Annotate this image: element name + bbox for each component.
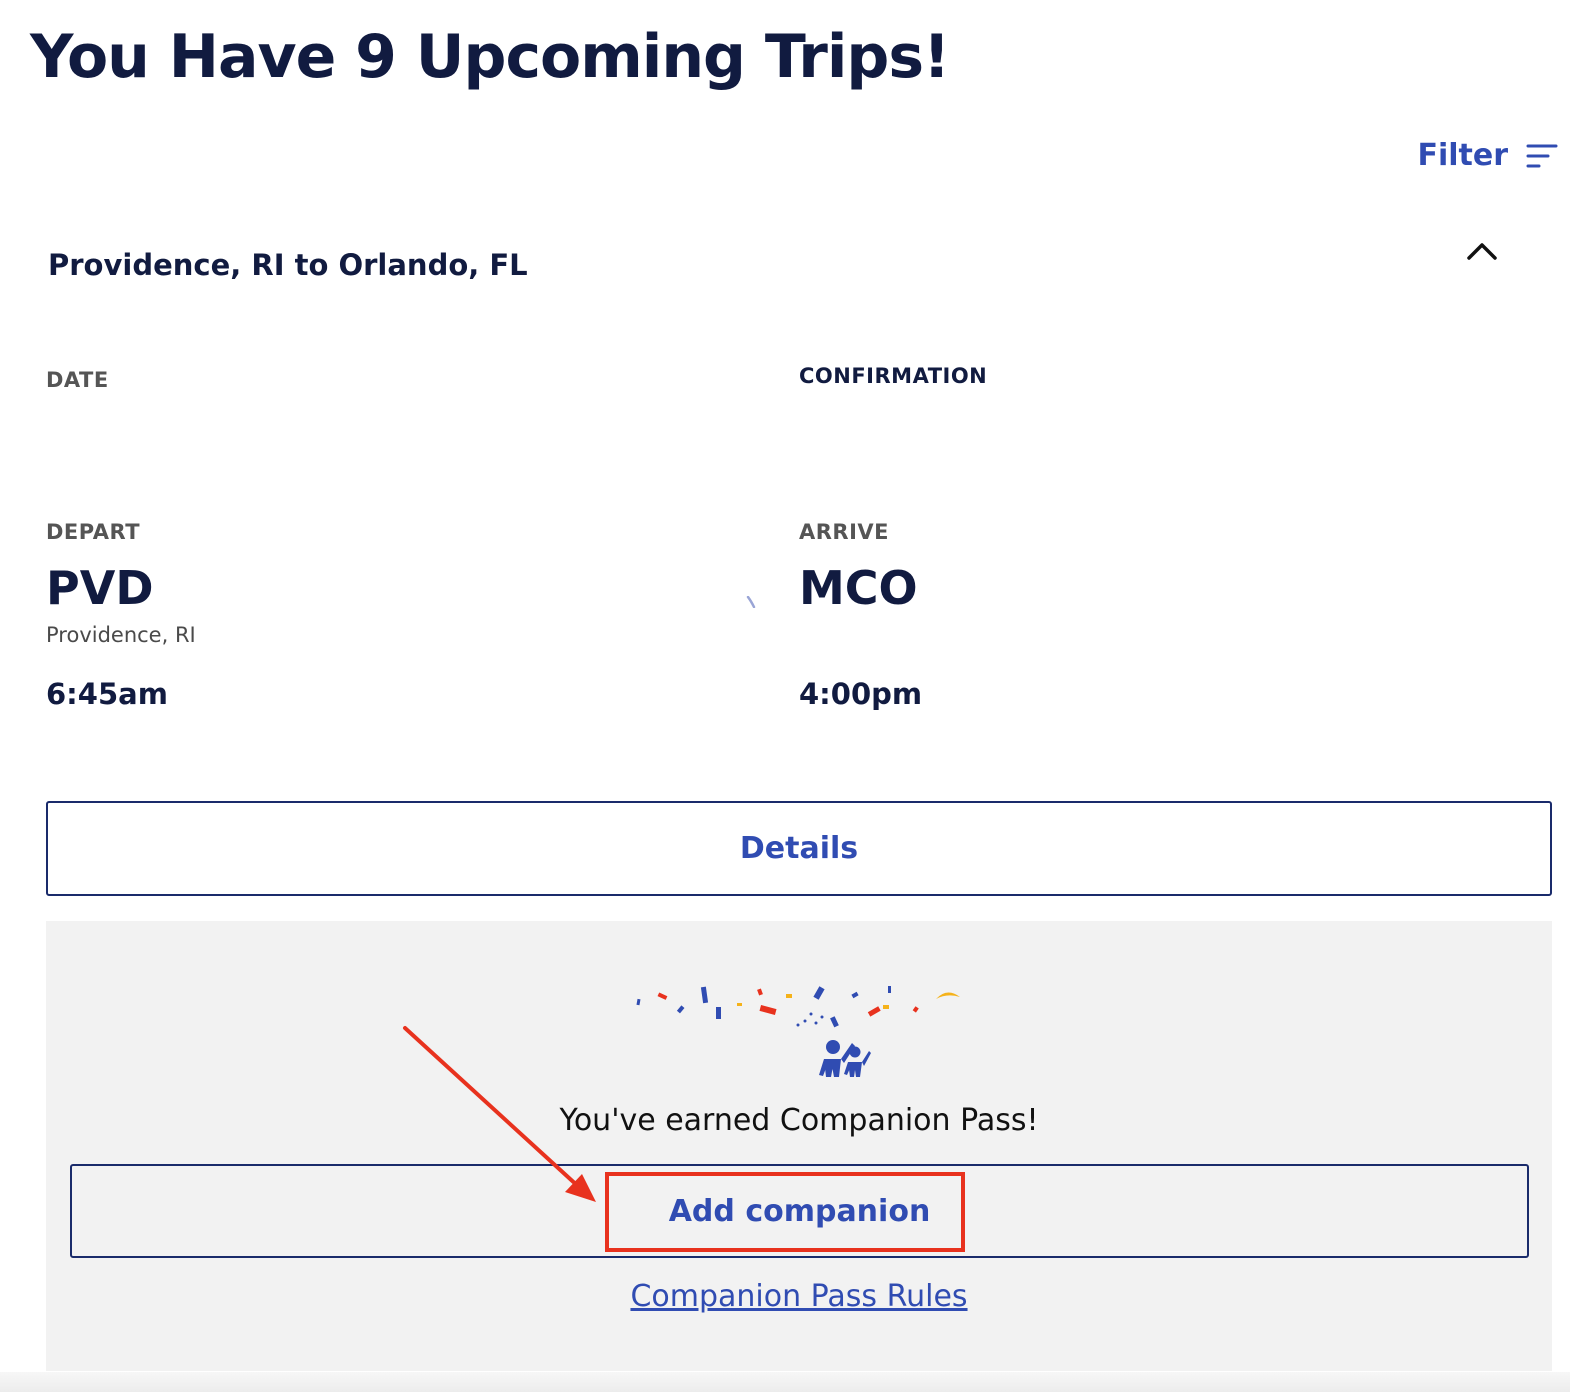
details-button[interactable]: Details <box>46 801 1552 896</box>
depart-label: DEPART <box>46 520 141 544</box>
loading-spinner-icon <box>746 596 756 608</box>
arrive-time: 4:00pm <box>799 677 923 711</box>
add-companion-button[interactable]: Add companion <box>70 1164 1529 1258</box>
depart-time: 6:45am <box>46 677 168 711</box>
companion-earned-message: You've earned Companion Pass! <box>559 1103 1039 1138</box>
filter-lines-icon <box>1526 142 1558 170</box>
filter-label: Filter <box>1417 138 1508 173</box>
page-bottom-edge <box>0 1372 1570 1392</box>
collapse-trip-button[interactable] <box>1464 236 1500 264</box>
depart-city: Providence, RI <box>46 623 196 647</box>
depart-airport-code: PVD <box>46 561 154 615</box>
page-title: You Have 9 Upcoming Trips! <box>30 22 950 92</box>
add-companion-label: Add companion <box>668 1193 931 1229</box>
trips-page: You Have 9 Upcoming Trips! Filter Provid… <box>0 0 1570 1392</box>
filter-button[interactable]: Filter <box>1417 138 1558 173</box>
companion-pass-rules-link[interactable]: Companion Pass Rules <box>46 1279 1552 1314</box>
chevron-up-icon <box>1467 243 1497 260</box>
details-label: Details <box>739 831 859 866</box>
celebration-confetti-icon <box>636 986 960 1077</box>
confirmation-label: CONFIRMATION <box>799 364 988 388</box>
trip-route-title: Providence, RI to Orlando, FL <box>48 248 528 282</box>
date-label: DATE <box>46 368 109 392</box>
arrive-airport-code: MCO <box>799 561 918 615</box>
arrive-label: ARRIVE <box>799 520 890 544</box>
companion-pass-panel: You've earned Companion Pass! Add compan… <box>46 921 1552 1371</box>
